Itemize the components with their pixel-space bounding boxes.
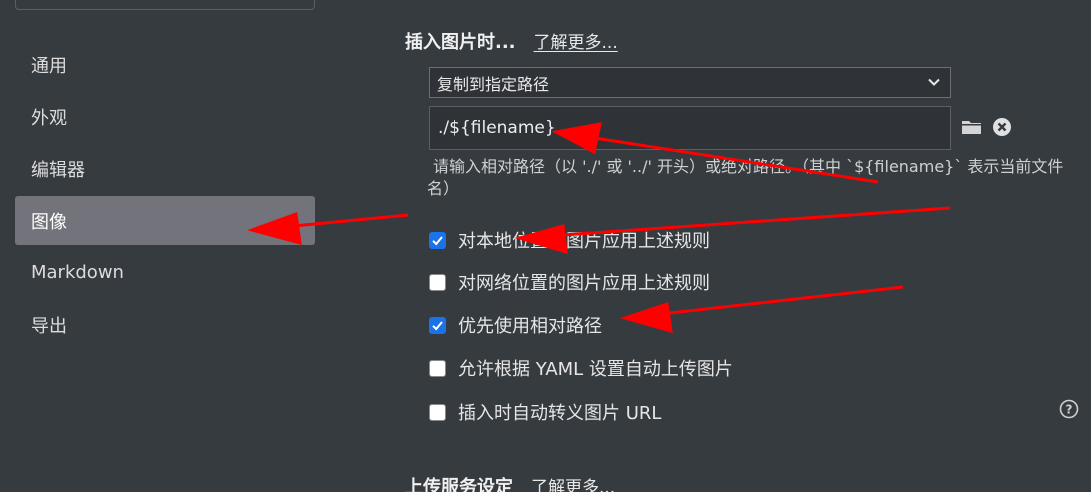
- upload-learn-more-link[interactable]: 了解更多...: [531, 473, 615, 492]
- path-hint-text: 请输入相对路径（以 './' 或 '../' 开头）或绝对路径。（其中 `${f…: [427, 157, 1064, 198]
- sidebar-item-appearance[interactable]: 外观: [15, 92, 315, 141]
- option-apply-local-label: 对本地位置的图片应用上述规则: [458, 231, 710, 252]
- image-path-input[interactable]: [429, 106, 951, 150]
- upload-service-title: 上传服务设定: [405, 477, 513, 492]
- insert-image-header: 插入图片时... 了解更多...: [405, 28, 618, 54]
- insert-image-title: 插入图片时...: [405, 32, 516, 53]
- checkbox-escape-url[interactable]: [429, 403, 446, 421]
- option-prefer-relative[interactable]: 优先使用相对路径: [429, 312, 602, 338]
- option-escape-url-label: 插入时自动转义图片 URL: [458, 403, 662, 424]
- option-prefer-relative-label: 优先使用相对路径: [458, 316, 602, 337]
- sidebar-search-box[interactable]: [15, 0, 315, 10]
- sidebar-item-general[interactable]: 通用: [15, 40, 315, 89]
- option-yaml-upload[interactable]: 允许根据 YAML 设置自动上传图片: [429, 355, 733, 381]
- sidebar-item-markdown[interactable]: Markdown: [15, 248, 315, 297]
- insert-action-value: 复制到指定路径: [437, 74, 550, 94]
- option-yaml-upload-label: 允许根据 YAML 设置自动上传图片: [458, 359, 733, 380]
- checkbox-yaml-upload[interactable]: [429, 359, 446, 377]
- clear-icon[interactable]: [992, 117, 1012, 141]
- checkmark-icon: [432, 320, 443, 330]
- option-apply-network-label: 对网络位置的图片应用上述规则: [458, 273, 710, 294]
- checkbox-prefer-relative[interactable]: [429, 316, 446, 334]
- settings-sidebar: 通用 外观 编辑器 图像 Markdown 导出: [15, 40, 315, 352]
- folder-icon[interactable]: [961, 117, 983, 141]
- svg-text:?: ?: [1066, 403, 1073, 417]
- option-apply-local[interactable]: 对本地位置的图片应用上述规则: [429, 227, 710, 253]
- sidebar-item-editor[interactable]: 编辑器: [15, 144, 315, 193]
- option-apply-network[interactable]: 对网络位置的图片应用上述规则: [429, 269, 710, 295]
- upload-service-header: 上传服务设定 了解更多...: [405, 473, 615, 492]
- sidebar-item-image[interactable]: 图像: [15, 196, 315, 245]
- help-icon[interactable]: ?: [1059, 399, 1079, 423]
- sidebar-item-export[interactable]: 导出: [15, 300, 315, 349]
- checkbox-apply-network[interactable]: [429, 273, 446, 291]
- insert-learn-more-link[interactable]: 了解更多...: [534, 28, 618, 53]
- insert-action-select[interactable]: 复制到指定路径: [429, 67, 951, 98]
- checkbox-apply-local[interactable]: [429, 231, 446, 249]
- option-escape-url[interactable]: 插入时自动转义图片 URL: [429, 399, 661, 425]
- arrowhead-relative-option: [619, 302, 673, 334]
- checkmark-icon: [432, 235, 443, 245]
- chevron-down-icon: [926, 74, 942, 94]
